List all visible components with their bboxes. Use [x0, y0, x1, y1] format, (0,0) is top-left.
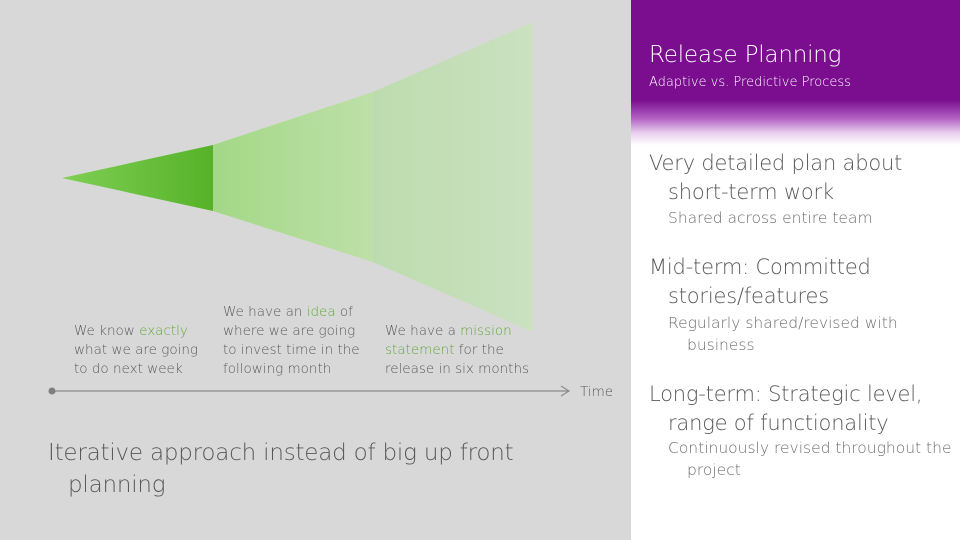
slide-subtitle: Adaptive vs. Predictive Process [649, 75, 851, 90]
funnel-segment-short-term [62, 145, 213, 211]
title-header-band: Release Planning Adaptive vs. Predictive… [631, 0, 960, 145]
time-axis-label: Time [580, 384, 614, 400]
funnel-segment-long-term [373, 22, 533, 332]
funnel-segment-mid-term [213, 92, 373, 262]
summary-statement: Iterative approach instead of big up fro… [48, 440, 514, 498]
sub-bullet-mid-term: Regularly shared/revised with business [668, 314, 898, 354]
bullet-mid-term: Mid-term: Committed stories/features [649, 255, 871, 308]
sub-bullet-long-term: Continuously revised throughout the proj… [668, 439, 952, 479]
caption-short-term: We know exactly what we are going to do … [74, 323, 198, 377]
time-axis-origin [48, 387, 56, 395]
sub-bullet-short-term: Shared across entire team [668, 209, 873, 227]
left-content-panel: We know exactly what we are going to do … [0, 0, 631, 540]
bullet-long-term: Long-term: Strategic level, range of fun… [649, 382, 923, 435]
right-sidebar-panel: Release Planning Adaptive vs. Predictive… [631, 0, 960, 540]
caption-long-term: We have a mission statement for the rele… [385, 323, 530, 377]
slide-title: Release Planning [649, 42, 842, 68]
bullet-short-term: Very detailed plan about short-term work [649, 151, 903, 204]
caption-mid-term: We have an idea of where we are going to… [223, 304, 360, 377]
